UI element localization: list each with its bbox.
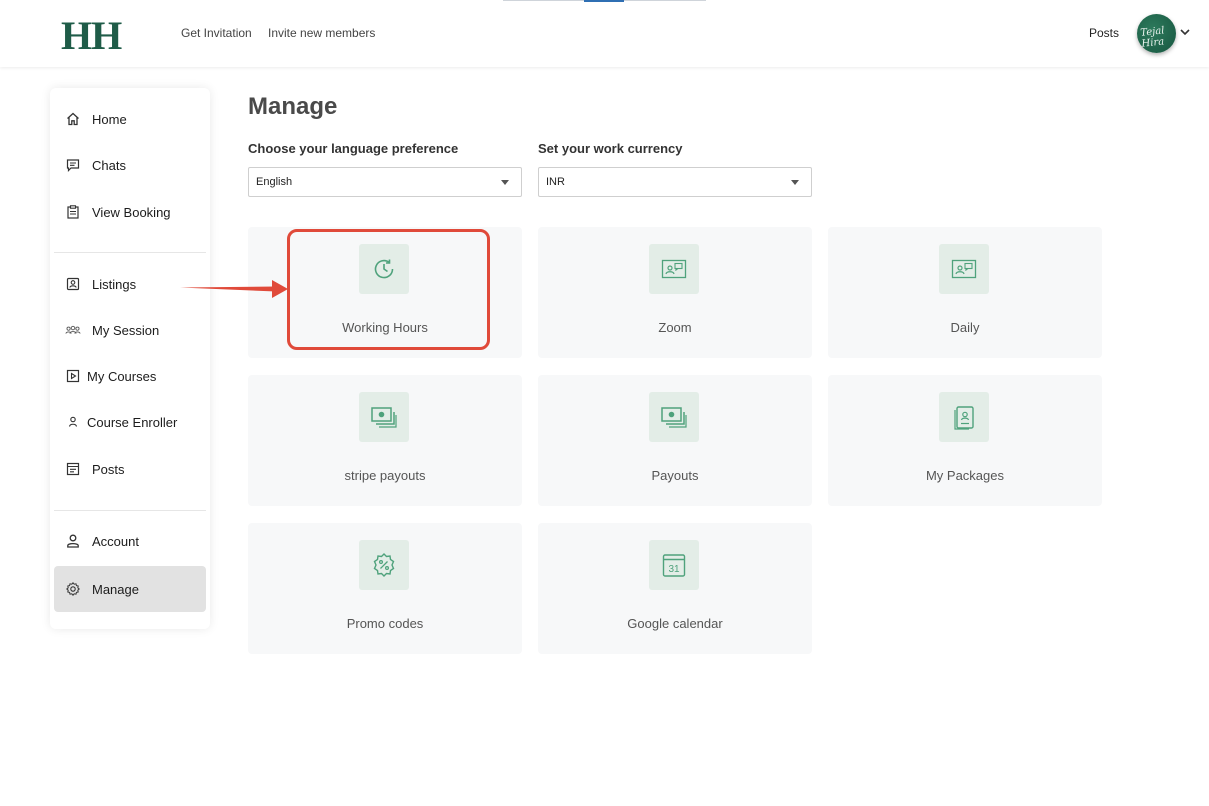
invite-members-link[interactable]: Invite new members	[268, 26, 375, 40]
caret-down-icon	[501, 180, 509, 185]
sidebar-item-label: Posts	[92, 461, 125, 477]
listing-icon	[65, 276, 81, 292]
sidebar-item-home[interactable]: Home	[54, 96, 206, 142]
page-title: Manage	[248, 93, 338, 120]
card-daily[interactable]: Daily	[828, 227, 1102, 358]
sidebar-item-label: Manage	[92, 581, 139, 597]
sidebar-item-posts[interactable]: Posts	[54, 446, 206, 492]
logo[interactable]: HH	[61, 12, 122, 59]
card-label: Daily	[950, 320, 980, 335]
card-promo-codes[interactable]: Promo codes	[248, 523, 522, 654]
currency-label: Set your work currency	[538, 141, 683, 156]
sidebar-item-view-booking[interactable]: View Booking	[54, 189, 206, 235]
sidebar: Home Chats View Booking Listings My Sess…	[50, 88, 210, 629]
sidebar-item-label: Chats	[92, 157, 126, 173]
language-value: English	[256, 176, 293, 188]
card-google-calendar[interactable]: 31 Google calendar	[538, 523, 812, 654]
currency-select[interactable]: INR	[538, 167, 812, 197]
card-stripe-payouts[interactable]: stripe payouts	[248, 375, 522, 506]
chat-icon	[65, 157, 81, 173]
sidebar-item-chats[interactable]: Chats	[54, 142, 206, 188]
play-icon	[65, 368, 81, 384]
sidebar-divider	[54, 510, 206, 511]
highlight-box	[287, 229, 490, 350]
posts-link[interactable]: Posts	[1089, 26, 1119, 40]
card-label: stripe payouts	[344, 468, 426, 483]
package-icon	[939, 392, 989, 442]
sidebar-item-label: Listings	[92, 276, 137, 292]
chevron-down-icon[interactable]	[1179, 26, 1191, 38]
sidebar-item-my-session[interactable]: My Session	[54, 307, 206, 353]
card-label: My Packages	[925, 468, 1005, 483]
avatar-signature: Tejal Hira	[1139, 25, 1166, 50]
sidebar-item-account[interactable]: Account	[54, 518, 206, 564]
sidebar-item-manage[interactable]: Manage	[54, 566, 206, 612]
gear-icon	[65, 581, 81, 597]
card-label: Payouts	[651, 468, 699, 483]
discount-badge-icon	[359, 540, 409, 590]
language-label: Choose your language preference	[248, 141, 459, 156]
video-card-icon	[939, 244, 989, 294]
sidebar-item-course-enroller[interactable]: Course Enroller	[54, 399, 206, 445]
calendar-icon: 31	[649, 540, 699, 590]
calendar-day: 31	[668, 564, 680, 575]
sidebar-item-label: Home	[92, 111, 127, 127]
cash-icon	[649, 392, 699, 442]
home-icon	[65, 111, 81, 127]
cash-icon	[359, 392, 409, 442]
card-label: Promo codes	[346, 616, 424, 631]
sidebar-item-label: Account	[92, 533, 139, 549]
language-select[interactable]: English	[248, 167, 522, 197]
avatar[interactable]: Tejal Hira	[1137, 14, 1176, 53]
sidebar-divider	[54, 252, 206, 253]
user-icon	[65, 533, 81, 549]
card-my-packages[interactable]: My Packages	[828, 375, 1102, 506]
card-zoom[interactable]: Zoom	[538, 227, 812, 358]
group-icon	[65, 322, 81, 338]
posts-icon	[65, 461, 81, 477]
user-icon	[65, 414, 81, 430]
card-label: Zoom	[658, 320, 692, 335]
sidebar-item-label: My Session	[92, 322, 160, 338]
arrow-pointer-icon	[180, 280, 288, 298]
sidebar-item-label: Course Enroller	[87, 414, 178, 430]
video-card-icon	[649, 244, 699, 294]
card-payouts[interactable]: Payouts	[538, 375, 812, 506]
top-header: HH Get Invitation Invite new members Pos…	[0, 0, 1209, 67]
caret-down-icon	[791, 180, 799, 185]
page-progress-indicator	[503, 0, 706, 2]
sidebar-item-label: View Booking	[92, 204, 171, 220]
currency-value: INR	[546, 176, 565, 188]
card-label: Google calendar	[627, 616, 723, 631]
sidebar-item-my-courses[interactable]: My Courses	[54, 353, 206, 399]
clipboard-icon	[65, 204, 81, 220]
sidebar-item-label: My Courses	[87, 368, 157, 384]
get-invitation-link[interactable]: Get Invitation	[181, 26, 252, 40]
